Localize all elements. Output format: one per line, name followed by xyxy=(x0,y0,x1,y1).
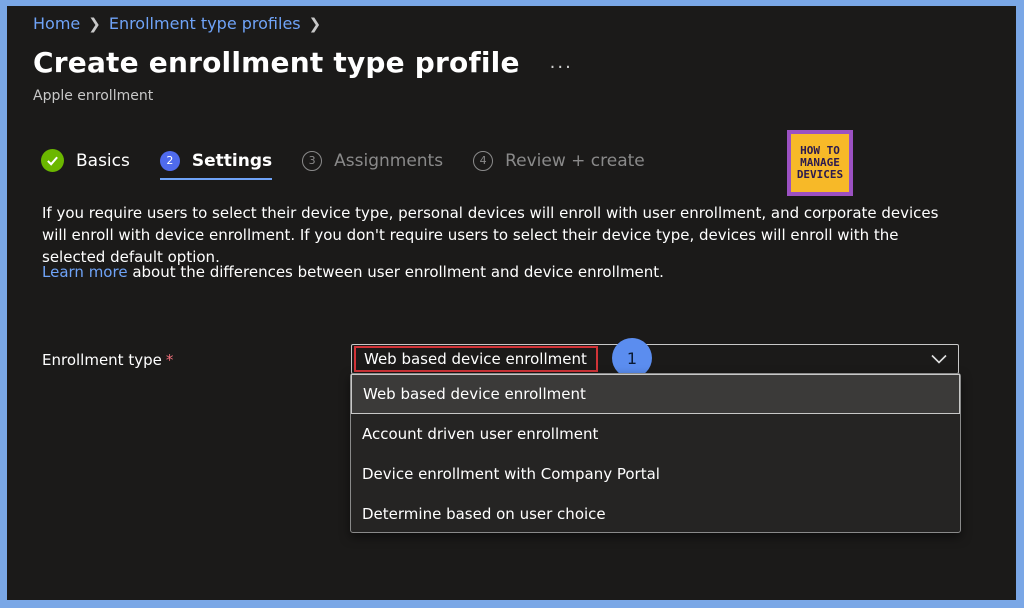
chevron-down-icon xyxy=(930,351,948,370)
tab-settings[interactable]: 2 Settings xyxy=(159,150,273,180)
tab-basics[interactable]: Basics xyxy=(41,149,130,172)
callout-number-badge: 1 xyxy=(612,338,652,378)
page-title: Create enrollment type profile xyxy=(33,46,520,79)
learn-more-text: about the differences between user enrol… xyxy=(127,263,664,281)
tab-assignments[interactable]: 3 Assignments xyxy=(302,150,444,171)
settings-description: If you require users to select their dev… xyxy=(42,204,939,266)
page-title-row: Create enrollment type profile ... xyxy=(33,46,573,79)
learn-more-line: Learn more about the differences between… xyxy=(42,263,664,281)
enrollment-type-selected-value: Web based device enrollment xyxy=(354,346,598,372)
tab-basics-label: Basics xyxy=(76,150,130,171)
enrollment-type-dropdown[interactable]: Web based device enrollment xyxy=(351,344,959,374)
portal-panel: Home ❯ Enrollment type profiles ❯ Create… xyxy=(7,6,1016,600)
step-number-icon: 3 xyxy=(302,150,323,171)
enrollment-type-label-text: Enrollment type xyxy=(42,351,162,369)
tab-settings-label: Settings xyxy=(191,150,273,171)
learn-more-link[interactable]: Learn more xyxy=(42,263,128,281)
tab-review-create[interactable]: 4 Review + create xyxy=(473,150,645,171)
logo-line-3: DEVICES xyxy=(796,168,844,181)
breadcrumb-enrollment-type-profiles[interactable]: Enrollment type profiles xyxy=(109,14,301,33)
option-account-driven-user-enrollment[interactable]: Account driven user enrollment xyxy=(351,414,960,454)
enrollment-type-label: Enrollment type * xyxy=(42,351,173,369)
tab-review-create-label: Review + create xyxy=(505,150,645,171)
option-device-enrollment-company-portal[interactable]: Device enrollment with Company Portal xyxy=(351,454,960,494)
step-number-icon: 2 xyxy=(159,150,180,171)
tab-assignments-label: Assignments xyxy=(334,150,444,171)
chevron-right-icon: ❯ xyxy=(88,14,101,33)
chevron-right-icon: ❯ xyxy=(308,14,322,33)
breadcrumb: Home ❯ Enrollment type profiles ❯ xyxy=(33,14,321,33)
enrollment-type-options-list: Web based device enrollment Account driv… xyxy=(350,373,961,533)
option-determine-based-on-user-choice[interactable]: Determine based on user choice xyxy=(351,494,960,534)
required-asterisk: * xyxy=(165,351,174,369)
breadcrumb-home[interactable]: Home xyxy=(33,14,80,33)
option-web-based-device-enrollment[interactable]: Web based device enrollment xyxy=(351,374,960,414)
step-number-icon: 4 xyxy=(473,150,494,171)
how-to-manage-devices-logo: HOW TO MANAGE DEVICES xyxy=(787,130,853,196)
checkmark-icon xyxy=(41,149,64,172)
more-options-icon[interactable]: ... xyxy=(550,52,573,73)
page-subtitle: Apple enrollment xyxy=(33,88,154,104)
wizard-steps: Basics 2 Settings 3 Assignments 4 Review… xyxy=(41,149,675,180)
